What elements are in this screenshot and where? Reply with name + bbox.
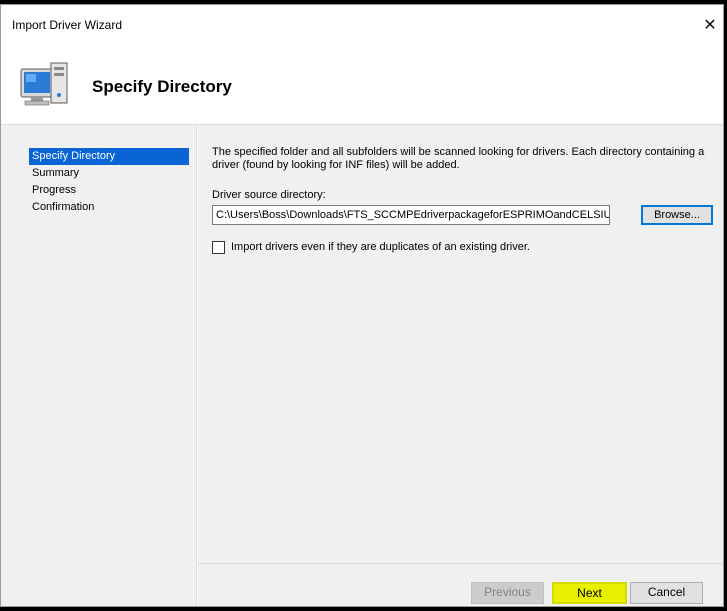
page-heading: Specify Directory	[92, 77, 232, 96]
duplicates-checkbox-label[interactable]: Import drivers even if they are duplicat…	[231, 241, 530, 253]
step-progress[interactable]: Progress	[29, 182, 189, 199]
window-title: Import Driver Wizard	[12, 18, 123, 32]
step-confirmation[interactable]: Confirmation	[29, 199, 189, 216]
steps-list: Specify Directory Summary Progress Confi…	[29, 148, 189, 216]
source-directory-label: Driver source directory:	[212, 189, 326, 201]
close-button[interactable]: ✕	[699, 15, 721, 37]
wizard-header: Specify Directory	[1, 43, 723, 125]
duplicates-checkbox[interactable]	[212, 241, 225, 254]
wizard-content: The specified folder and all subfolders …	[198, 125, 723, 563]
source-directory-input[interactable]: C:\Users\Boss\Downloads\FTS_SCCMPEdriver…	[212, 205, 610, 225]
close-icon: ✕	[703, 17, 717, 34]
previous-button[interactable]: Previous	[471, 582, 544, 604]
browse-button[interactable]: Browse...	[641, 205, 713, 225]
computer-icon	[20, 62, 68, 106]
import-driver-wizard-window: Import Driver Wizard ✕ Specify Directory…	[0, 4, 724, 607]
cancel-button[interactable]: Cancel	[630, 582, 703, 604]
title-bar: Import Driver Wizard ✕	[1, 5, 723, 43]
wizard-steps-sidebar: Specify Directory Summary Progress Confi…	[1, 125, 197, 606]
next-button[interactable]: Next	[552, 582, 627, 604]
step-summary[interactable]: Summary	[29, 165, 189, 182]
step-specify-directory[interactable]: Specify Directory	[29, 148, 189, 165]
description-text: The specified folder and all subfolders …	[212, 146, 705, 171]
wizard-footer: Previous Next Cancel	[198, 563, 723, 606]
